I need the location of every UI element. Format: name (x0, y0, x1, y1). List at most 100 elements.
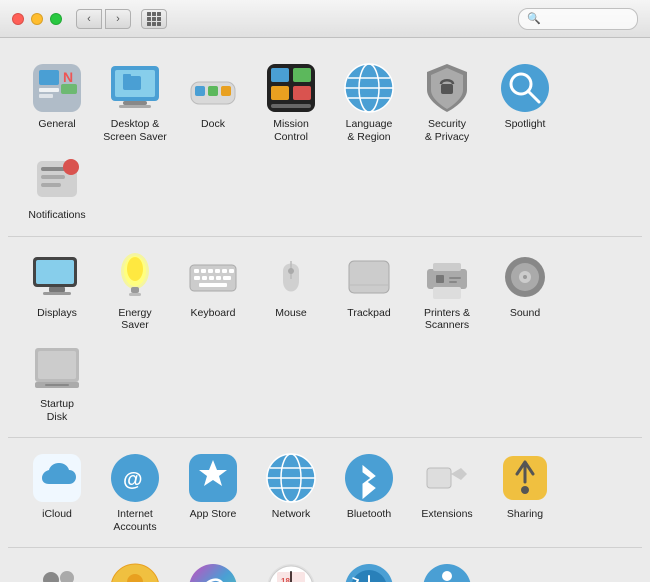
spotlight-icon (499, 62, 551, 114)
pref-item-security[interactable]: Security& Privacy (408, 56, 486, 147)
timemachine-icon (343, 562, 395, 582)
extensions-label: Extensions (421, 508, 472, 521)
startup-label: StartupDisk (40, 398, 74, 423)
pref-item-mouse[interactable]: Mouse (252, 245, 330, 336)
search-box[interactable]: 🔍 (518, 8, 638, 30)
maximize-button[interactable] (50, 13, 62, 25)
trackpad-icon (343, 251, 395, 303)
pref-item-sharing[interactable]: Sharing (486, 446, 564, 537)
pref-item-users[interactable]: Users &Groups (18, 556, 96, 582)
pref-item-desktop[interactable]: Desktop &Screen Saver (96, 56, 174, 147)
mouse-label: Mouse (275, 307, 307, 320)
mission-label: MissionControl (273, 118, 309, 143)
pref-item-trackpad[interactable]: Trackpad (330, 245, 408, 336)
trackpad-label: Trackpad (347, 307, 390, 320)
spotlight-label: Spotlight (505, 118, 546, 131)
forward-button[interactable]: › (105, 9, 131, 29)
pref-item-startup[interactable]: StartupDisk (18, 336, 96, 427)
pref-item-notifications[interactable]: Notifications (18, 147, 96, 226)
mission-icon (265, 62, 317, 114)
accessibility-icon (421, 562, 473, 582)
sharing-icon (499, 452, 551, 504)
startup-icon (31, 342, 83, 394)
printers-label: Printers &Scanners (424, 307, 470, 332)
keyboard-label: Keyboard (191, 307, 236, 320)
displays-label: Displays (37, 307, 77, 320)
network-label: Network (272, 508, 311, 521)
internet-icon: @ (109, 452, 161, 504)
section-section2: Displays EnergySaver Keyboard (8, 239, 642, 438)
pref-item-mission[interactable]: MissionControl (252, 56, 330, 147)
appstore-icon (187, 452, 239, 504)
section-section1: N General Desktop &Screen Saver Dock Mis… (8, 50, 642, 237)
language-label: Language& Region (346, 118, 393, 143)
keyboard-icon (187, 251, 239, 303)
main-content: N General Desktop &Screen Saver Dock Mis… (0, 38, 650, 582)
general-icon: N (31, 62, 83, 114)
security-label: Security& Privacy (425, 118, 469, 143)
energy-icon (109, 251, 161, 303)
pref-item-bluetooth[interactable]: Bluetooth (330, 446, 408, 537)
dock-icon (187, 62, 239, 114)
dock-label: Dock (201, 118, 225, 131)
network-icon (265, 452, 317, 504)
users-icon (31, 562, 83, 582)
pref-item-language[interactable]: Language& Region (330, 56, 408, 147)
general-label: General (38, 118, 75, 131)
grid-view-button[interactable] (141, 9, 167, 29)
titlebar: ‹ › 🔍 (0, 0, 650, 38)
pref-item-printers[interactable]: Printers &Scanners (408, 245, 486, 336)
sharing-label: Sharing (507, 508, 543, 521)
bluetooth-icon (343, 452, 395, 504)
pref-item-energy[interactable]: EnergySaver (96, 245, 174, 336)
desktop-label: Desktop &Screen Saver (103, 118, 167, 143)
pref-item-sound[interactable]: Sound (486, 245, 564, 336)
pref-item-displays[interactable]: Displays (18, 245, 96, 336)
pref-item-timemachine[interactable]: TimeMachine (330, 556, 408, 582)
datetime-icon: 18 (265, 562, 317, 582)
close-button[interactable] (12, 13, 24, 25)
notifications-label: Notifications (28, 209, 85, 222)
pref-item-network[interactable]: Network (252, 446, 330, 537)
internet-label: InternetAccounts (113, 508, 156, 533)
parental-icon (109, 562, 161, 582)
printers-icon (421, 251, 473, 303)
nav-buttons: ‹ › (76, 9, 131, 29)
icloud-label: iCloud (42, 508, 72, 521)
desktop-icon (109, 62, 161, 114)
pref-item-keyboard[interactable]: Keyboard (174, 245, 252, 336)
extensions-icon (421, 452, 473, 504)
pref-item-parental[interactable]: ParentalControls (96, 556, 174, 582)
pref-item-accessibility[interactable]: Accessibility (408, 556, 486, 582)
pref-item-internet[interactable]: @ InternetAccounts (96, 446, 174, 537)
back-button[interactable]: ‹ (76, 9, 102, 29)
sound-icon (499, 251, 551, 303)
pref-item-general[interactable]: N General (18, 56, 96, 147)
energy-label: EnergySaver (118, 307, 151, 332)
pref-item-appstore[interactable]: App Store (174, 446, 252, 537)
pref-item-icloud[interactable]: iCloud (18, 446, 96, 537)
svg-text:@: @ (123, 469, 143, 491)
section-section3: iCloud @ InternetAccounts App Store Netw… (8, 440, 642, 548)
language-icon (343, 62, 395, 114)
mouse-icon (265, 251, 317, 303)
svg-text:N: N (63, 69, 73, 85)
sound-label: Sound (510, 307, 540, 320)
pref-item-siri[interactable]: Siri (174, 556, 252, 582)
traffic-lights (12, 13, 62, 25)
pref-item-datetime[interactable]: 18 Date & Time (252, 556, 330, 582)
icloud-icon (31, 452, 83, 504)
pref-item-dock[interactable]: Dock (174, 56, 252, 147)
pref-item-extensions[interactable]: Extensions (408, 446, 486, 537)
security-icon (421, 62, 473, 114)
displays-icon (31, 251, 83, 303)
search-input[interactable] (545, 12, 635, 26)
search-icon: 🔍 (527, 12, 541, 25)
section-section4: Users &Groups ParentalControls Siri 1 (8, 550, 642, 582)
notifications-icon (31, 153, 83, 205)
pref-item-spotlight[interactable]: Spotlight (486, 56, 564, 147)
appstore-label: App Store (190, 508, 237, 521)
grid-icon (147, 12, 161, 26)
siri-icon (187, 562, 239, 582)
minimize-button[interactable] (31, 13, 43, 25)
